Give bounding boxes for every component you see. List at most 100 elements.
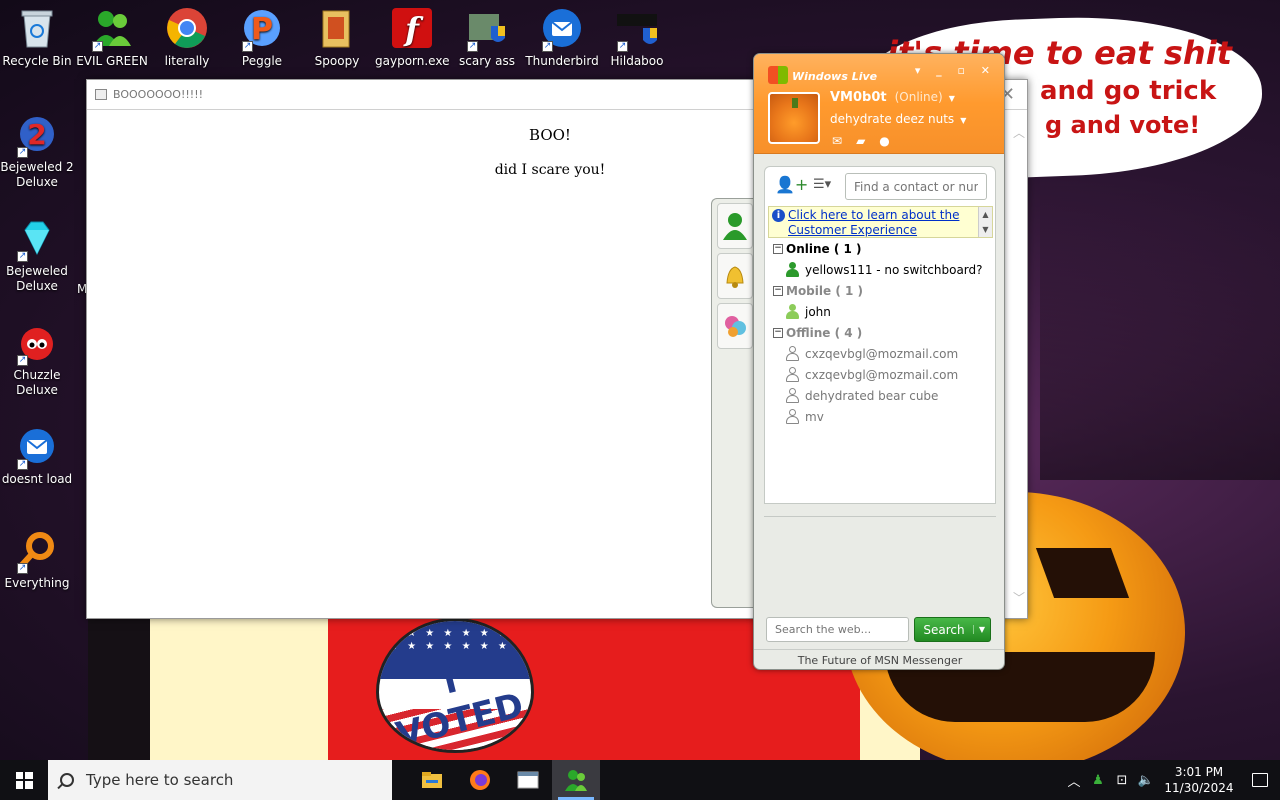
clock[interactable]: 3:01 PM 11/30/2024 (1158, 764, 1240, 796)
collapse-icon[interactable]: − (773, 243, 783, 254)
recycle-bin-icon (15, 6, 59, 50)
avatar[interactable] (768, 92, 820, 144)
psm-dropdown-icon[interactable]: ▼ (960, 116, 966, 125)
list-item[interactable]: cxzqevbgl@mozmail.com (765, 364, 995, 385)
system-tray: ︿ ♟ ⊡ 🔈 3:01 PM 11/30/2024 (1062, 760, 1280, 800)
sort-list-icon[interactable]: ☰▾ (813, 177, 831, 192)
taskbar-msn-messenger[interactable] (552, 760, 600, 800)
banner-scroll-icon[interactable]: ▲ ▼ (978, 207, 992, 237)
desktop-icon-thunderbird[interactable]: ↗ Thunderbird (525, 6, 599, 69)
green-buddy-icon (723, 213, 747, 240)
chuzzle-icon: ↗ (15, 320, 59, 366)
desktop-icon-spoopy[interactable]: Spoopy (300, 6, 374, 69)
games-tab[interactable] (717, 303, 753, 349)
collapse-icon[interactable]: − (773, 285, 783, 296)
windows-logo-icon (15, 771, 33, 789)
find-contact-input[interactable] (845, 173, 987, 200)
web-search-input[interactable] (766, 617, 909, 642)
spaces-icon[interactable]: ▰ (856, 134, 879, 148)
svg-text:P: P (251, 12, 273, 47)
games-icon (725, 316, 746, 337)
list-item[interactable]: dehydrated bear cube (765, 385, 995, 406)
list-item[interactable]: cxzqevbgl@mozmail.com (765, 343, 995, 364)
display-name[interactable]: VM0b0t (Online) ▼ (830, 90, 955, 105)
divider (764, 516, 996, 517)
start-button[interactable] (0, 760, 48, 800)
search-dropdown-icon[interactable]: ▼ (973, 625, 990, 634)
contact-toolbar: 👤+ ☰▾ (764, 166, 996, 206)
search-button[interactable]: Search ▼ (914, 617, 991, 642)
chrome-icon (165, 6, 209, 50)
desktop-icon-recycle-bin[interactable]: Recycle Bin (0, 6, 74, 69)
desktop-icon-literally[interactable]: literally (150, 6, 224, 69)
scroll-down-icon[interactable]: ﹀ (1013, 589, 1025, 606)
customer-experience-banner: i Click here to learn about the Customer… (768, 206, 993, 238)
offline-buddy-icon (785, 388, 800, 403)
desktop-icon-peggle[interactable]: P ↗ Peggle Nights (225, 6, 299, 69)
offline-buddy-icon (785, 346, 800, 361)
mobile-buddy-icon (785, 304, 800, 319)
add-contact-icon[interactable]: 👤+ (775, 175, 808, 194)
status-text[interactable]: (Online) (895, 90, 943, 104)
msn-buddies-icon: ↗ (90, 6, 134, 52)
mail-icon[interactable]: ✉ (832, 134, 856, 148)
desktop-icon-chuzzle[interactable]: ↗ Chuzzle Deluxe (0, 320, 74, 398)
yashma-shield-icon: ↗ (615, 6, 659, 52)
document-icon (95, 89, 107, 100)
desktop-icon-everything[interactable]: ↗ Everything (0, 528, 74, 591)
scroll-up-icon[interactable]: ︿ (1013, 124, 1025, 141)
list-item[interactable]: yellows111 - no switchboard? (765, 259, 995, 280)
svg-text:2: 2 (27, 118, 46, 151)
desktop-icon-bejeweled[interactable]: ↗ Bejeweled Deluxe (0, 216, 74, 294)
msn-messenger-window[interactable]: Windows Live ▾ _ ▫ ✕ VM0b0t (Online) ▼ deh… (753, 53, 1005, 670)
windows-flag-icon (768, 66, 788, 84)
personal-message[interactable]: dehydrate deez nuts ▼ (830, 112, 966, 126)
msn-tray-icon[interactable]: ♟ (1086, 773, 1110, 788)
desktop-icon-doesnt-load[interactable]: ↗ doesnt load (0, 424, 74, 487)
online-buddy-icon (785, 262, 800, 277)
desktop-icon-bejeweled-2[interactable]: 2 ↗ Bejeweled 2 Deluxe (0, 112, 74, 190)
status-dropdown-icon[interactable]: ▼ (949, 94, 955, 103)
offline-buddy-icon (785, 367, 800, 382)
desktop-icon-scary-ass[interactable]: ↗ scary ass (450, 6, 524, 69)
taskbar-file-explorer[interactable] (408, 760, 456, 800)
window-controls[interactable]: ▾ _ ▫ ✕ (915, 64, 996, 77)
chevron-up-icon[interactable]: ︿ (1062, 771, 1086, 790)
installer-shield-icon: ↗ (465, 6, 509, 52)
msn-buddies-icon (565, 770, 587, 791)
list-item[interactable]: john (765, 301, 995, 322)
shopping-icon[interactable]: ● (879, 134, 903, 148)
window-app-icon (517, 771, 539, 789)
desktop-icon-gayporn-exe[interactable]: f gayporn.exe (375, 6, 449, 69)
msn-footer: The Future of MSN Messenger (754, 649, 1004, 669)
windows-live-logo: Windows Live (792, 70, 878, 83)
bell-icon (726, 266, 744, 288)
taskbar-search[interactable]: Type here to search (48, 760, 392, 800)
i-voted-sticker: ★ ★ ★ ★ ★ ★ ★ ★ ★ ★ ★ ★ ★ ★ ★ I VOTED (376, 618, 534, 753)
taskbar-browser-window[interactable] (504, 760, 552, 800)
network-icon[interactable]: ⊡ (1110, 773, 1134, 788)
group-online[interactable]: − Online ( 1 ) (765, 238, 995, 259)
peggle-icon: P ↗ (240, 6, 284, 52)
customer-experience-link[interactable]: Click here to learn about the Customer E… (788, 208, 959, 237)
collapse-icon[interactable]: − (773, 327, 783, 338)
info-icon: i (772, 209, 785, 222)
msn-header: Windows Live ▾ _ ▫ ✕ VM0b0t (Online) ▼ deh… (754, 54, 1004, 154)
desktop-icon-hildaboo[interactable]: ↗ Hildaboo (600, 6, 674, 69)
group-mobile[interactable]: − Mobile ( 1 ) (765, 280, 995, 301)
group-offline[interactable]: − Offline ( 4 ) (765, 322, 995, 343)
folder-icon (315, 6, 359, 50)
flash-icon: f (390, 6, 434, 50)
notification-center-button[interactable] (1240, 760, 1280, 800)
file-explorer-icon (422, 772, 442, 788)
list-item[interactable]: mv (765, 406, 995, 427)
contacts-tab[interactable] (717, 203, 753, 249)
taskbar-firefox[interactable] (456, 760, 504, 800)
volume-icon[interactable]: 🔈 (1134, 773, 1158, 788)
alerts-tab[interactable] (717, 253, 753, 299)
desktop-icon-evil-green-men[interactable]: ↗ EVIL GREEN MEN GO (75, 6, 149, 69)
popup-scrollbar[interactable]: ︿ ﹀ (1009, 110, 1027, 618)
header-quick-icons[interactable]: ✉▰● (832, 134, 904, 148)
thunderbird-icon: ↗ (15, 424, 59, 470)
wallpaper-cream-panel (150, 618, 330, 763)
